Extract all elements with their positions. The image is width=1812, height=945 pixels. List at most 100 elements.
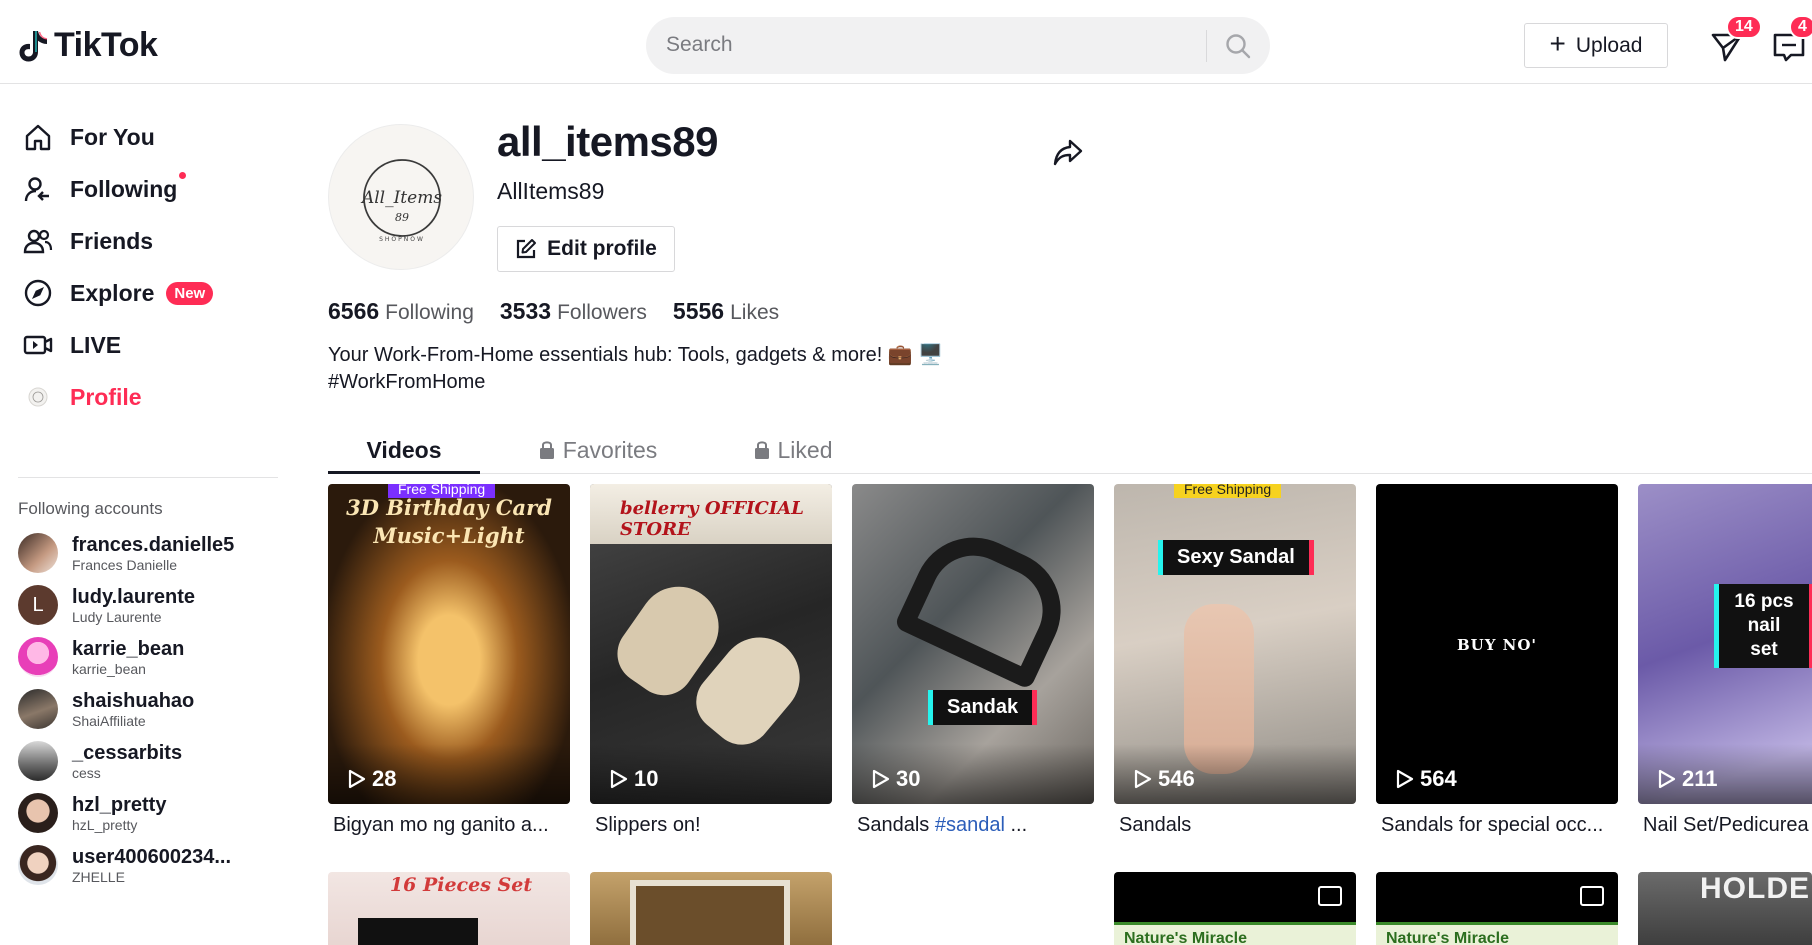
video-card[interactable]: 16 pcs nail set 211 Nail Set/Pedicurea (1638, 484, 1812, 837)
sidebar-item-for-you[interactable]: For You (22, 117, 155, 157)
search-input[interactable] (666, 30, 1206, 60)
video-caption: Sandals for special occ... (1381, 814, 1604, 836)
play-icon (1134, 769, 1152, 789)
thumbnail-overlay-text: Nature's Miracle (1114, 922, 1356, 945)
likes-count: 5556 (672, 298, 725, 324)
account-username: frances.danielle5 (72, 534, 235, 556)
account-username: _cessarbits (72, 742, 183, 764)
view-count: 10 (610, 766, 658, 792)
profile-bio: Your Work-From-Home essentials hub: Tool… (328, 342, 943, 396)
likes-stat: 5556 Likes (673, 298, 779, 325)
edit-profile-button[interactable]: Edit profile (497, 226, 675, 272)
profile-nickname: AllItems89 (497, 178, 605, 204)
play-icon (872, 769, 890, 789)
account-username: ludy.laurente (72, 586, 195, 608)
profile-avatar[interactable]: All_Items 89 SHOPNOW (328, 124, 474, 270)
tab-videos[interactable]: Videos (328, 426, 480, 474)
following-account[interactable]: _cessarbits cess (18, 735, 182, 787)
video-thumbnail[interactable]: Nature's Miracle (1376, 872, 1618, 945)
hashtag-link[interactable]: #sandal (935, 814, 1005, 836)
top-header: TikTok + Upload 14 4 (0, 0, 1812, 84)
edit-icon (517, 239, 537, 259)
active-tab-indicator (328, 471, 480, 474)
account-nickname: ShaiAffiliate (72, 713, 146, 729)
video-thumbnail[interactable]: Nature's Miracle (1114, 872, 1356, 945)
avatar (18, 533, 58, 573)
account-nickname: Ludy Laurente (72, 609, 162, 625)
profile-icon (22, 381, 54, 413)
video-card[interactable]: Free Shipping 3D Birthday Card Music+Lig… (328, 484, 570, 837)
view-count: 546 (1134, 766, 1195, 792)
view-count-value: 30 (896, 766, 921, 791)
thumbnail-overlay-text: bellerry OFFICIAL STORE (620, 498, 804, 540)
following-account[interactable]: karrie_bean karrie_bean (18, 631, 184, 683)
video-thumbnail[interactable]: Free Shipping 3D Birthday Card Music+Lig… (328, 484, 570, 804)
video-card[interactable]: bellerry OFFICIAL STORE 10 Slippers on! (590, 484, 832, 837)
sidebar-item-explore[interactable]: Explore New (22, 273, 214, 313)
play-icon (1658, 769, 1676, 789)
share-icon (1053, 139, 1083, 166)
free-shipping-ribbon: Free Shipping (1174, 484, 1282, 498)
sidebar-item-label: Following (70, 171, 187, 203)
video-card[interactable]: Sandak 30 Sandals #sandal ... (852, 484, 1094, 837)
thumbnail-overlay-text: BUY NO' (1456, 636, 1538, 654)
sidebar-item-friends[interactable]: Friends (22, 221, 153, 261)
following-label: Following (385, 301, 474, 324)
search-button[interactable] (1218, 26, 1258, 66)
following-stat[interactable]: 6566 Following (328, 298, 474, 325)
video-thumbnail[interactable]: 16 pcs nail set 211 (1638, 484, 1812, 804)
following-account[interactable]: frances.danielle5 Frances Danielle (18, 527, 234, 579)
search-bar[interactable] (646, 17, 1270, 74)
video-thumbnail[interactable]: Sandak 30 (852, 484, 1094, 804)
video-thumbnail[interactable] (852, 872, 1094, 945)
inbox-count-badge: 14 (1726, 15, 1762, 39)
tab-label: Favorites (562, 436, 658, 463)
thumbnail-overlay-text: Sandak (928, 690, 1038, 725)
tab-label: Liked (777, 436, 833, 463)
upload-button[interactable]: + Upload (1524, 23, 1668, 68)
thumbnail-overlay-text: 3D Birthday Card Music+Light (346, 495, 552, 548)
video-thumbnail[interactable]: 16 Pieces Set (328, 872, 570, 945)
avatar (18, 637, 58, 677)
tab-liked[interactable]: Liked (718, 426, 868, 474)
following-account[interactable]: hzl_pretty hzL_pretty (18, 787, 166, 839)
avatar: L (18, 585, 58, 625)
share-profile-button[interactable] (1052, 136, 1086, 170)
logo-text: TikTok (54, 26, 158, 64)
followers-stat[interactable]: 3533 Followers (500, 298, 647, 325)
shop-logo-image: All_Items 89 SHOPNOW (360, 159, 442, 243)
following-account[interactable]: user400600234... ZHELLE (18, 839, 231, 891)
tab-favorites[interactable]: Favorites (508, 426, 688, 474)
account-nickname: cess (72, 765, 101, 781)
video-caption: Sandals #sandal ... (857, 814, 1028, 836)
video-thumbnail[interactable] (590, 872, 832, 945)
avatar (18, 793, 58, 833)
sidebar-item-profile[interactable]: Profile (22, 377, 142, 417)
upload-label: Upload (1575, 33, 1643, 57)
account-username: hzl_pretty (72, 794, 167, 816)
account-nickname: karrie_bean (72, 661, 146, 677)
view-count-value: 546 (1158, 766, 1195, 791)
account-nickname: ZHELLE (72, 869, 125, 885)
following-accounts-title: Following accounts (18, 499, 163, 518)
video-card[interactable]: Free Shipping Sexy Sandal 546 Sandals (1114, 484, 1356, 837)
bio-line: Your Work-From-Home essentials hub: Tool… (328, 344, 944, 366)
video-thumbnail[interactable]: bellerry OFFICIAL STORE 10 (590, 484, 832, 804)
photo-icon (1580, 886, 1604, 906)
following-account[interactable]: shaishuahao ShaiAffiliate (18, 683, 194, 735)
video-thumbnail[interactable]: Free Shipping Sexy Sandal 546 (1114, 484, 1356, 804)
view-count: 564 (1396, 766, 1457, 792)
sidebar-item-label: LIVE (70, 331, 122, 358)
video-caption: Slippers on! (595, 814, 701, 836)
view-count: 28 (348, 766, 396, 792)
tiktok-logo[interactable]: TikTok (18, 26, 158, 65)
sidebar-item-live[interactable]: LIVE (22, 325, 121, 365)
video-thumbnail[interactable]: BUY NO' 564 (1376, 484, 1618, 804)
following-account[interactable]: L ludy.laurente Ludy Laurente (18, 579, 195, 631)
thumbnail-overlay-text: Nature's Miracle (1376, 922, 1618, 945)
sidebar-item-following[interactable]: Following (22, 169, 187, 209)
video-card[interactable]: BUY NO' 564 Sandals for special occ... (1376, 484, 1618, 837)
view-count: 211 (1658, 766, 1718, 792)
tab-label: Videos (366, 436, 442, 463)
video-thumbnail[interactable]: HOLDER (1638, 872, 1812, 945)
